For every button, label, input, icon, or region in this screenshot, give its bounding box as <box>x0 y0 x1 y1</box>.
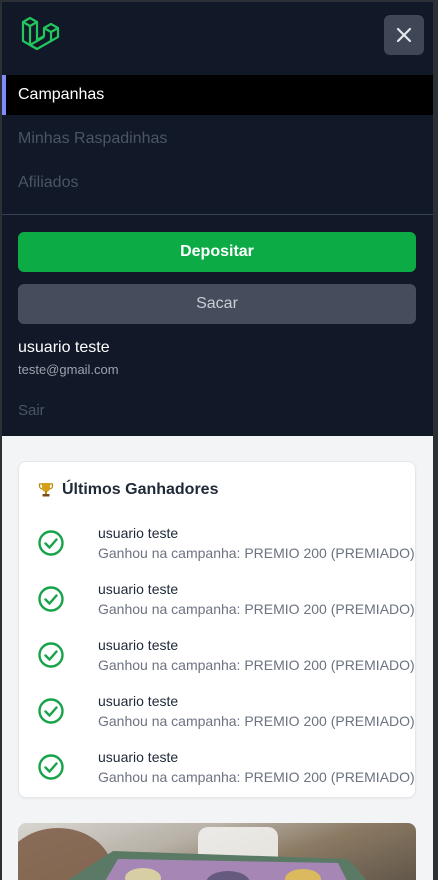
laravel-logo-icon[interactable] <box>20 16 60 56</box>
deposit-button[interactable]: Depositar <box>18 232 416 272</box>
winner-description: Ganhou na campanha: PREMIO 200 (PREMIADO… <box>98 657 415 673</box>
menu-divider <box>2 214 433 215</box>
winner-row: usuario teste Ganhou na campanha: PREMIO… <box>37 693 415 741</box>
winner-row: usuario teste Ganhou na campanha: PREMIO… <box>37 749 415 797</box>
logout-link[interactable]: Sair <box>18 402 45 419</box>
winner-description: Ganhou na campanha: PREMIO 200 (PREMIADO… <box>98 545 415 561</box>
close-icon <box>396 27 412 43</box>
campaign-image[interactable] <box>18 823 416 880</box>
user-email: teste@gmail.com <box>18 362 119 377</box>
mobile-menu: Campanhas Minhas Raspadinhas Afiliados D… <box>2 2 433 436</box>
winner-name: usuario teste <box>98 581 179 597</box>
check-circle-icon <box>38 530 64 556</box>
app-frame: Campanhas Minhas Raspadinhas Afiliados D… <box>2 2 433 880</box>
trophy-icon <box>38 483 54 497</box>
winner-name: usuario teste <box>98 525 179 541</box>
campaign-photo <box>18 827 367 880</box>
winner-row: usuario teste Ganhou na campanha: PREMIO… <box>37 581 415 629</box>
winner-description: Ganhou na campanha: PREMIO 200 (PREMIADO… <box>98 769 415 785</box>
winners-card: Últimos Ganhadores usuario teste Ganhou … <box>18 461 416 798</box>
winner-name: usuario teste <box>98 637 179 653</box>
winner-name: usuario teste <box>98 749 179 765</box>
nav-item-campanhas[interactable]: Campanhas <box>2 75 433 115</box>
winner-row: usuario teste Ganhou na campanha: PREMIO… <box>37 637 415 685</box>
user-name: usuario teste <box>18 339 110 356</box>
winner-name: usuario teste <box>98 693 179 709</box>
withdraw-button[interactable]: Sacar <box>18 284 416 324</box>
check-circle-icon <box>38 642 64 668</box>
winners-header: Últimos Ganhadores <box>38 481 218 499</box>
winner-row: usuario teste Ganhou na campanha: PREMIO… <box>37 525 415 573</box>
winners-title: Últimos Ganhadores <box>62 481 219 498</box>
check-circle-icon <box>38 698 64 724</box>
winner-description: Ganhou na campanha: PREMIO 200 (PREMIADO… <box>98 601 415 617</box>
nav-item-minhas-raspadinhas[interactable]: Minhas Raspadinhas <box>2 119 433 159</box>
check-circle-icon <box>38 754 64 780</box>
close-menu-button[interactable] <box>384 15 424 55</box>
winner-description: Ganhou na campanha: PREMIO 200 (PREMIADO… <box>98 713 415 729</box>
nav-item-afiliados[interactable]: Afiliados <box>2 163 433 203</box>
check-circle-icon <box>38 586 64 612</box>
